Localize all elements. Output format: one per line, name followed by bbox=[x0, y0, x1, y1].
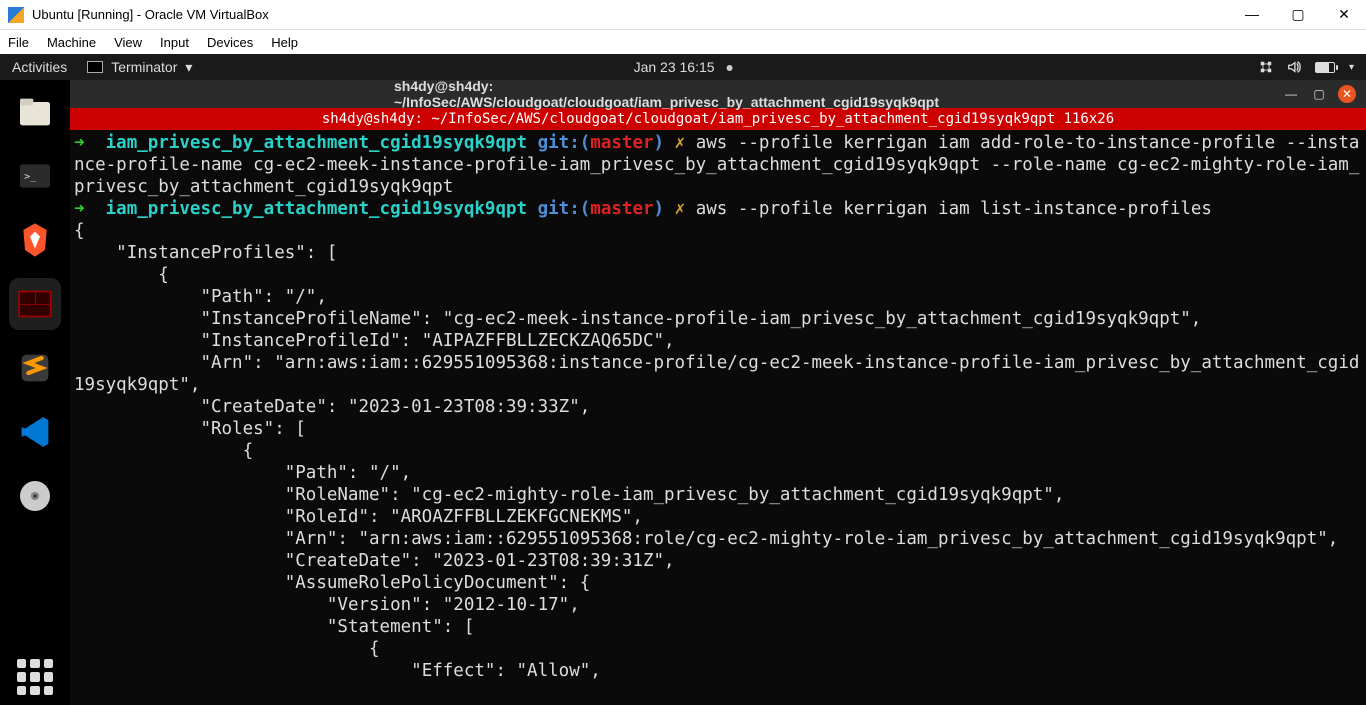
svg-text:>_: >_ bbox=[24, 171, 37, 182]
activities-button[interactable]: Activities bbox=[12, 59, 67, 75]
prompt-dirty-icon: ✗ bbox=[675, 133, 686, 153]
menu-devices[interactable]: Devices bbox=[207, 35, 253, 50]
menu-machine[interactable]: Machine bbox=[47, 35, 96, 50]
vbox-menubar: File Machine View Input Devices Help bbox=[0, 30, 1366, 54]
menu-file[interactable]: File bbox=[8, 35, 29, 50]
chevron-down-icon: ▾ bbox=[185, 59, 192, 76]
dock-terminal[interactable]: >_ bbox=[9, 150, 61, 202]
dock-terminator[interactable] bbox=[9, 278, 61, 330]
vbox-minimize-button[interactable]: — bbox=[1238, 6, 1266, 23]
command-2: aws --profile kerrigan iam list-instance… bbox=[696, 199, 1212, 219]
prompt-arrow: ➜ bbox=[74, 199, 85, 219]
menu-view[interactable]: View bbox=[114, 35, 142, 50]
terminator-icon bbox=[87, 61, 103, 73]
menu-input[interactable]: Input bbox=[160, 35, 189, 50]
terminal-titlebar[interactable]: sh4dy@sh4dy: ~/InfoSec/AWS/cloudgoat/clo… bbox=[70, 80, 1366, 108]
prompt-git-open: git:( bbox=[538, 199, 591, 219]
prompt-branch: master bbox=[590, 133, 653, 153]
ubuntu-dock: >_ bbox=[0, 80, 70, 705]
command-output: { "InstanceProfiles": [ { "Path": "/", "… bbox=[74, 221, 1359, 681]
volume-icon bbox=[1287, 60, 1301, 74]
terminal-close-button[interactable]: ✕ bbox=[1338, 85, 1356, 103]
menu-help[interactable]: Help bbox=[271, 35, 298, 50]
terminal-minimize-button[interactable]: — bbox=[1282, 85, 1300, 103]
prompt-branch: master bbox=[590, 199, 653, 219]
vbox-window-title: Ubuntu [Running] - Oracle VM VirtualBox bbox=[32, 7, 1238, 22]
dock-disc[interactable] bbox=[9, 470, 61, 522]
gnome-top-bar: Activities Terminator ▾ Jan 23 16:15 ▾ bbox=[0, 54, 1366, 80]
clock[interactable]: Jan 23 16:15 bbox=[634, 59, 733, 75]
dock-files[interactable] bbox=[9, 86, 61, 138]
network-icon bbox=[1259, 60, 1273, 74]
dock-sublime[interactable] bbox=[9, 342, 61, 394]
notification-dot-icon bbox=[726, 65, 732, 71]
prompt-git-open: git:( bbox=[538, 133, 591, 153]
vbox-titlebar: Ubuntu [Running] - Oracle VM VirtualBox … bbox=[0, 0, 1366, 30]
prompt-dirty-icon: ✗ bbox=[675, 199, 686, 219]
prompt-git-close: ) bbox=[654, 199, 665, 219]
terminal-body[interactable]: ➜ iam_privesc_by_attachment_cgid19syqk9q… bbox=[70, 130, 1366, 705]
system-tray[interactable]: ▾ bbox=[1259, 60, 1354, 74]
app-menu[interactable]: Terminator ▾ bbox=[87, 59, 192, 76]
vbox-close-button[interactable]: ✕ bbox=[1330, 6, 1358, 23]
app-menu-label: Terminator bbox=[111, 59, 177, 75]
terminal-title: sh4dy@sh4dy: ~/InfoSec/AWS/cloudgoat/clo… bbox=[394, 78, 1042, 110]
prompt-dir: iam_privesc_by_attachment_cgid19syqk9qpt bbox=[106, 199, 527, 219]
virtualbox-icon bbox=[8, 7, 24, 23]
battery-icon bbox=[1315, 62, 1335, 73]
vbox-maximize-button[interactable]: ▢ bbox=[1284, 6, 1312, 23]
terminal-tab[interactable]: sh4dy@sh4dy: ~/InfoSec/AWS/cloudgoat/clo… bbox=[70, 108, 1366, 130]
prompt-git-close: ) bbox=[654, 133, 665, 153]
chevron-down-icon: ▾ bbox=[1349, 62, 1354, 73]
dock-vscode[interactable] bbox=[9, 406, 61, 458]
prompt-arrow: ➜ bbox=[74, 133, 85, 153]
guest-desktop: >_ sh4dy@sh4dy: ~/InfoSec/AWS/cloudgoat/… bbox=[0, 80, 1366, 705]
terminal-maximize-button[interactable]: ▢ bbox=[1310, 85, 1328, 103]
dock-brave[interactable] bbox=[9, 214, 61, 266]
prompt-dir: iam_privesc_by_attachment_cgid19syqk9qpt bbox=[106, 133, 527, 153]
terminal-window: sh4dy@sh4dy: ~/InfoSec/AWS/cloudgoat/clo… bbox=[70, 80, 1366, 705]
clock-label: Jan 23 16:15 bbox=[634, 59, 715, 75]
dock-show-apps[interactable] bbox=[17, 659, 53, 695]
